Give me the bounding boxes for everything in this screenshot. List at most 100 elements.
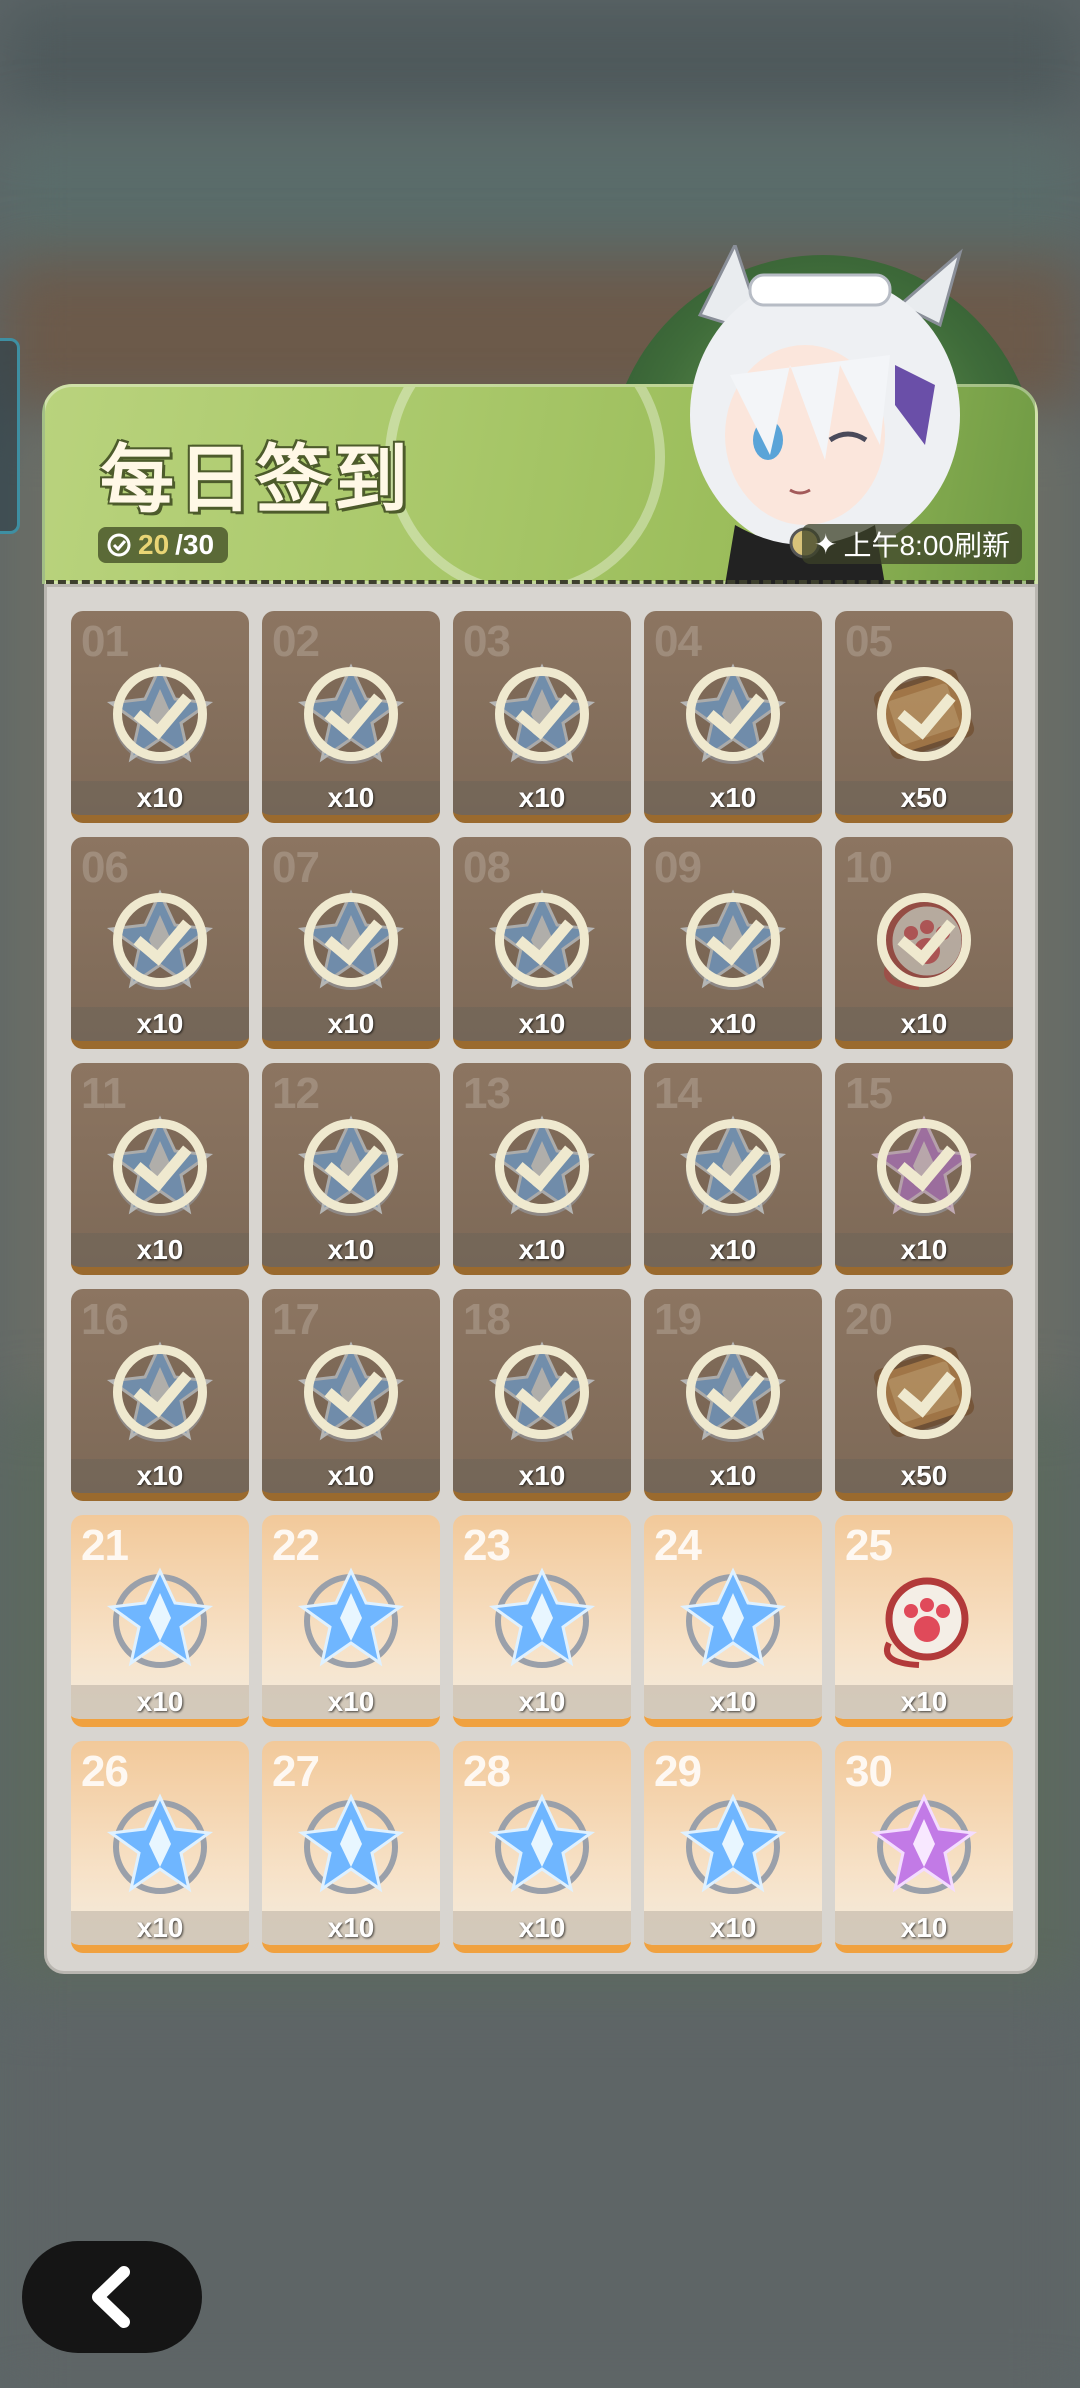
rewards-grid: 01 x10 02 x10 03 x10 04 x10 05 x50 06 x10 07 x10 08 x10…	[71, 611, 1013, 1953]
check-circle-icon	[877, 1345, 971, 1439]
reward-quantity: x10	[644, 1459, 822, 1493]
check-circle-icon	[686, 893, 780, 987]
reward-cell-day-27[interactable]: 27 x10	[262, 1741, 440, 1953]
reward-cell-day-21[interactable]: 21 x10	[71, 1515, 249, 1727]
reward-cell-day-15[interactable]: 15 x10	[835, 1063, 1013, 1275]
reward-cell-day-07[interactable]: 07 x10	[262, 837, 440, 1049]
check-circle-icon	[877, 667, 971, 761]
reward-quantity: x10	[262, 1911, 440, 1945]
reward-cell-day-17[interactable]: 17 x10	[262, 1289, 440, 1501]
blue-crystal-icon	[296, 1789, 406, 1899]
reward-quantity: x10	[453, 781, 631, 815]
check-circle-icon	[686, 667, 780, 761]
blue-crystal-icon	[105, 1563, 215, 1673]
reward-quantity: x10	[644, 1233, 822, 1267]
reward-cell-day-25[interactable]: 25 x10	[835, 1515, 1013, 1727]
reward-cell-day-29[interactable]: 29 x10	[644, 1741, 822, 1953]
check-circle-icon	[107, 533, 131, 557]
blue-crystal-icon	[487, 1563, 597, 1673]
chevron-left-icon	[92, 2266, 130, 2328]
reward-cell-day-23[interactable]: 23 x10	[453, 1515, 631, 1727]
check-circle-icon	[304, 893, 398, 987]
check-circle-icon	[877, 1119, 971, 1213]
reward-cell-day-14[interactable]: 14 x10	[644, 1063, 822, 1275]
reward-cell-day-03[interactable]: 03 x10	[453, 611, 631, 823]
check-circle-icon	[304, 1119, 398, 1213]
reward-cell-day-09[interactable]: 09 x10	[644, 837, 822, 1049]
reward-quantity: x10	[262, 1007, 440, 1041]
reward-quantity: x10	[644, 1007, 822, 1041]
reward-cell-day-16[interactable]: 16 x10	[71, 1289, 249, 1501]
check-circle-icon	[495, 667, 589, 761]
reward-cell-day-05[interactable]: 05 x50	[835, 611, 1013, 823]
reward-quantity: x10	[453, 1459, 631, 1493]
progress-current: 20	[138, 529, 170, 560]
reward-quantity: x10	[453, 1685, 631, 1719]
reward-quantity: x10	[71, 1911, 249, 1945]
purple-crystal-icon	[869, 1789, 979, 1899]
reward-quantity: x10	[71, 1685, 249, 1719]
clock-decoration	[385, 387, 665, 581]
reward-cell-day-30[interactable]: 30 x10	[835, 1741, 1013, 1953]
blue-crystal-icon	[105, 1789, 215, 1899]
reward-cell-day-12[interactable]: 12 x10	[262, 1063, 440, 1275]
reward-quantity: x10	[835, 1007, 1013, 1041]
reward-quantity: x10	[71, 1007, 249, 1041]
reward-quantity: x10	[453, 1007, 631, 1041]
blue-crystal-icon	[678, 1563, 788, 1673]
side-tab-handle[interactable]	[0, 338, 20, 534]
reward-cell-day-11[interactable]: 11 x10	[71, 1063, 249, 1275]
reward-quantity: x10	[644, 1911, 822, 1945]
checkin-progress: 20/30	[98, 527, 229, 563]
reward-cell-day-04[interactable]: 04 x10	[644, 611, 822, 823]
refresh-note-text: 上午8:00刷新	[843, 530, 1010, 561]
reward-cell-day-10[interactable]: 10 x10	[835, 837, 1013, 1049]
reward-cell-day-20[interactable]: 20 x50	[835, 1289, 1013, 1501]
check-circle-icon	[686, 1119, 780, 1213]
reward-quantity: x10	[71, 1459, 249, 1493]
reward-quantity: x10	[644, 1685, 822, 1719]
check-circle-icon	[113, 1119, 207, 1213]
paw-charm-icon	[869, 1563, 979, 1673]
reward-quantity: x10	[262, 1233, 440, 1267]
reward-quantity: x10	[835, 1233, 1013, 1267]
check-circle-icon	[495, 1345, 589, 1439]
reward-quantity: x10	[262, 1459, 440, 1493]
reward-cell-day-08[interactable]: 08 x10	[453, 837, 631, 1049]
reward-cell-day-18[interactable]: 18 x10	[453, 1289, 631, 1501]
check-circle-icon	[113, 893, 207, 987]
reward-cell-day-02[interactable]: 02 x10	[262, 611, 440, 823]
blue-crystal-icon	[296, 1563, 406, 1673]
reward-quantity: x50	[835, 781, 1013, 815]
reward-cell-day-01[interactable]: 01 x10	[71, 611, 249, 823]
reward-quantity: x50	[835, 1459, 1013, 1493]
reward-quantity: x10	[71, 781, 249, 815]
blue-crystal-icon	[678, 1789, 788, 1899]
reward-quantity: x10	[453, 1911, 631, 1945]
reward-cell-day-19[interactable]: 19 x10	[644, 1289, 822, 1501]
check-circle-icon	[495, 893, 589, 987]
check-circle-icon	[686, 1345, 780, 1439]
rewards-panel: 01 x10 02 x10 03 x10 04 x10 05 x50 06 x10 07 x10 08 x10…	[44, 584, 1038, 1974]
check-circle-icon	[495, 1119, 589, 1213]
reward-cell-day-06[interactable]: 06 x10	[71, 837, 249, 1049]
reward-quantity: x10	[644, 781, 822, 815]
check-circle-icon	[304, 667, 398, 761]
reward-quantity: x10	[262, 1685, 440, 1719]
reward-quantity: x10	[262, 781, 440, 815]
reward-quantity: x10	[835, 1911, 1013, 1945]
sparkle-icon: ✦	[814, 528, 838, 560]
reward-cell-day-13[interactable]: 13 x10	[453, 1063, 631, 1275]
page-title: 每日签到	[100, 438, 412, 521]
refresh-note: ✦ 上午8:00刷新	[802, 524, 1022, 564]
back-button[interactable]	[22, 2241, 202, 2353]
check-circle-icon	[304, 1345, 398, 1439]
reward-cell-day-22[interactable]: 22 x10	[262, 1515, 440, 1727]
check-circle-icon	[113, 1345, 207, 1439]
reward-cell-day-28[interactable]: 28 x10	[453, 1741, 631, 1953]
reward-cell-day-24[interactable]: 24 x10	[644, 1515, 822, 1727]
reward-cell-day-26[interactable]: 26 x10	[71, 1741, 249, 1953]
check-circle-icon	[877, 893, 971, 987]
reward-quantity: x10	[453, 1233, 631, 1267]
reward-quantity: x10	[835, 1685, 1013, 1719]
